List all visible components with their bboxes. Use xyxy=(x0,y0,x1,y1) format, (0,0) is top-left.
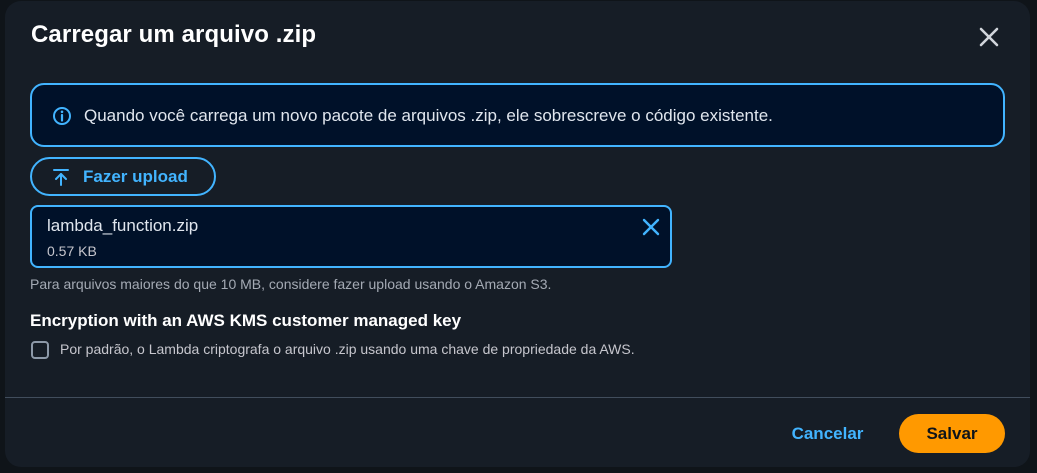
close-modal-button[interactable] xyxy=(975,23,1003,51)
file-size-hint: Para arquivos maiores do que 10 MB, cons… xyxy=(30,276,552,292)
kms-encryption-checkbox[interactable] xyxy=(31,341,49,359)
footer-divider xyxy=(5,397,1030,398)
info-icon xyxy=(53,107,71,125)
save-button[interactable]: Salvar xyxy=(899,414,1005,453)
cancel-button[interactable]: Cancelar xyxy=(780,415,875,453)
close-icon xyxy=(642,218,660,236)
close-icon xyxy=(979,27,999,47)
selected-file-token: lambda_function.zip 0.57 KB xyxy=(30,205,672,268)
file-size: 0.57 KB xyxy=(47,243,97,259)
info-alert-text: Quando você carrega um novo pacote de ar… xyxy=(84,106,773,125)
upload-zip-modal: Carregar um arquivo .zip Quando você car… xyxy=(5,1,1030,467)
upload-button[interactable]: Fazer upload xyxy=(30,157,216,196)
upload-arrow-icon xyxy=(53,169,69,186)
upload-button-label: Fazer upload xyxy=(83,167,188,186)
kms-encryption-checkbox-label[interactable]: Por padrão, o Lambda criptografa o arqui… xyxy=(60,341,635,357)
info-alert: Quando você carrega um novo pacote de ar… xyxy=(30,83,1005,147)
remove-file-button[interactable] xyxy=(640,216,662,238)
modal-title: Carregar um arquivo .zip xyxy=(31,21,317,48)
file-name: lambda_function.zip xyxy=(47,216,199,235)
kms-encryption-heading: Encryption with an AWS KMS customer mana… xyxy=(30,311,462,330)
